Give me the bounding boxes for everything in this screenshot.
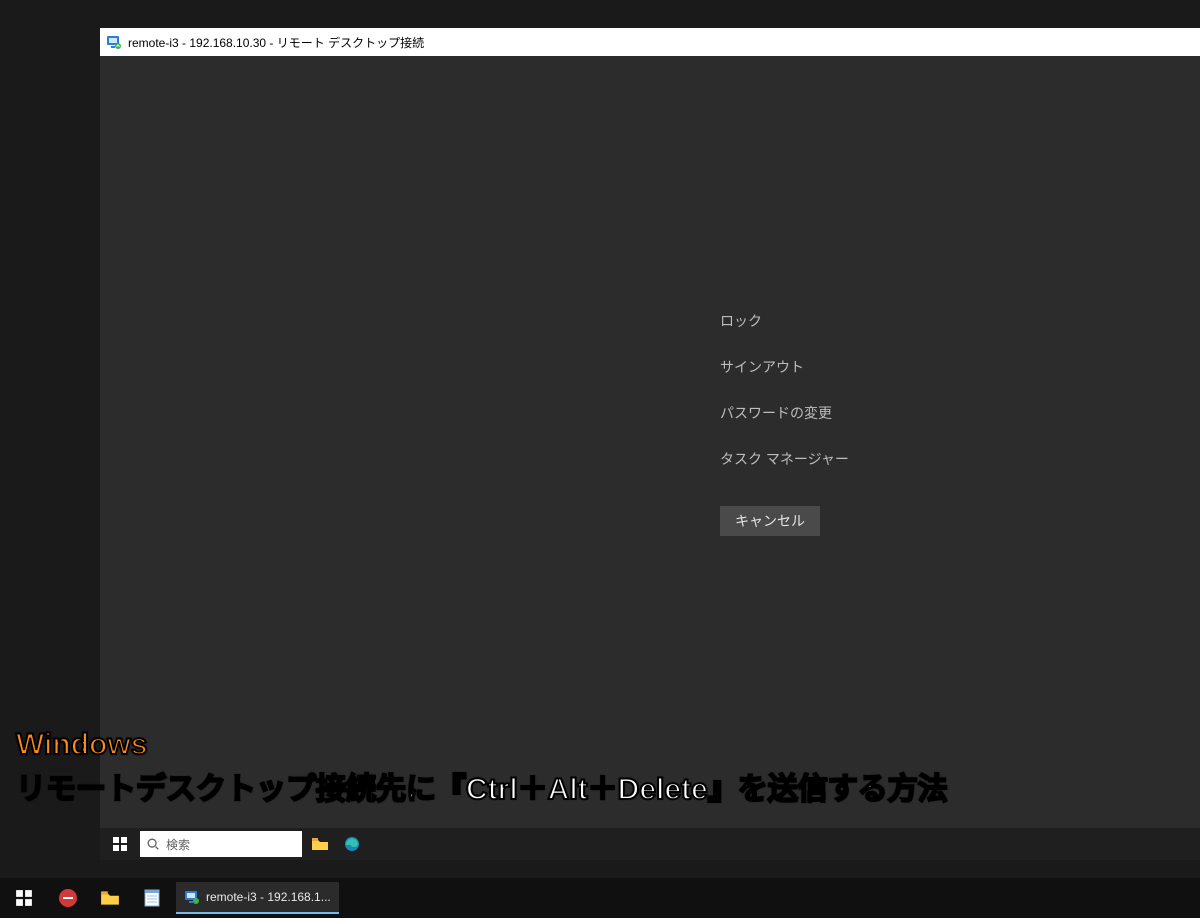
cancel-button[interactable]: キャンセル xyxy=(720,506,820,536)
remote-search-placeholder: 検索 xyxy=(166,836,190,853)
remote-edge-icon[interactable] xyxy=(338,830,366,858)
rdp-title-text: remote-i3 - 192.168.10.30 - リモート デスクトップ接… xyxy=(128,34,424,51)
remote-taskbar: 検索 xyxy=(100,828,1200,860)
remote-start-button[interactable] xyxy=(104,828,136,860)
rdp-titlebar[interactable]: remote-i3 - 192.168.10.30 - リモート デスクトップ接… xyxy=(100,28,1200,56)
host-task-label: remote-i3 - 192.168.1... xyxy=(206,890,331,904)
security-options-menu: ロック サインアウト パスワードの変更 タスク マネージャー xyxy=(720,311,849,469)
signout-option[interactable]: サインアウト xyxy=(720,357,849,377)
rdp-icon xyxy=(184,889,200,905)
host-start-button[interactable] xyxy=(4,882,44,914)
host-app-icon-1[interactable] xyxy=(50,882,86,914)
host-explorer-icon[interactable] xyxy=(92,882,128,914)
lock-option[interactable]: ロック xyxy=(720,311,849,331)
host-notepad-icon[interactable] xyxy=(134,882,170,914)
task-manager-option[interactable]: タスク マネージャー xyxy=(720,449,849,469)
host-desktop: remote-i3 - 192.168.10.30 - リモート デスクトップ接… xyxy=(0,0,1200,918)
rdp-content: ロック サインアウト パスワードの変更 タスク マネージャー キャンセル xyxy=(100,56,1200,860)
search-icon xyxy=(146,837,160,851)
host-taskbar: remote-i3 - 192.168.1... xyxy=(0,878,1200,918)
host-task-rdp[interactable]: remote-i3 - 192.168.1... xyxy=(176,882,339,914)
rdp-icon xyxy=(106,34,122,50)
change-password-option[interactable]: パスワードの変更 xyxy=(720,403,849,423)
remote-explorer-icon[interactable] xyxy=(306,830,334,858)
remote-search-box[interactable]: 検索 xyxy=(140,831,302,857)
rdp-window: remote-i3 - 192.168.10.30 - リモート デスクトップ接… xyxy=(100,28,1200,860)
